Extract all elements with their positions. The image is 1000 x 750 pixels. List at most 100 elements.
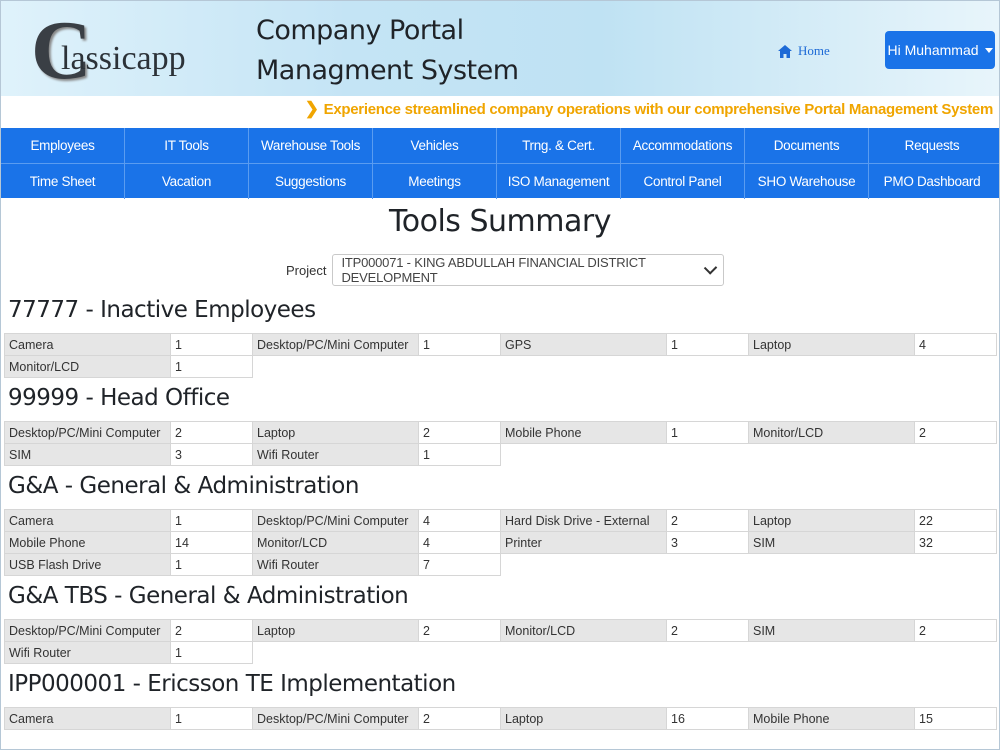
tool-count-cell: 4 xyxy=(418,531,501,554)
user-label: Hi Muhammad xyxy=(887,42,979,58)
user-menu-button[interactable]: Hi Muhammad xyxy=(885,31,995,69)
chevron-right-icon: ❯ xyxy=(304,99,319,118)
tools-summary-content: 77777 - Inactive Employees Camera 1 Desktop… xyxy=(4,291,999,731)
tool-count-cell: 3 xyxy=(666,531,749,554)
tool-count-cell: 2 xyxy=(418,707,501,730)
nav-row-2: Time Sheet Vacation Suggestions Meetings ISO… xyxy=(1,163,999,199)
tool-name-cell: Camera xyxy=(4,509,171,532)
tool-name-cell: Monitor/LCD xyxy=(252,531,419,554)
tool-name-cell: Printer xyxy=(500,531,667,554)
tool-count-cell: 32 xyxy=(914,531,997,554)
project-filter: Project ITP000071 - KING ABDULLAH FINANC… xyxy=(286,254,725,286)
project-select[interactable]: ITP000071 - KING ABDULLAH FINANCIAL DIST… xyxy=(332,254,725,286)
nav-row-1: Employees IT Tools Warehouse Tools Vehicles… xyxy=(1,128,999,163)
empty-cell xyxy=(500,553,666,575)
tools-grid: Camera 1 Desktop/PC/Mini Computer 4 Hard Dis… xyxy=(4,509,999,576)
tool-name-cell: Desktop/PC/Mini Computer xyxy=(4,421,171,444)
tool-name-cell: Desktop/PC/Mini Computer xyxy=(252,333,419,356)
tool-count-cell: 4 xyxy=(418,509,501,532)
tool-count-cell: 1 xyxy=(418,443,501,466)
tool-count-cell: 1 xyxy=(170,553,253,576)
tagline: ❯ Experience streamlined company operati… xyxy=(304,99,994,119)
tool-name-cell: Mobile Phone xyxy=(500,421,667,444)
tool-name-cell: SIM xyxy=(748,531,915,554)
tool-count-cell: 3 xyxy=(170,443,253,466)
tool-count-cell: 1 xyxy=(170,509,253,532)
nav-item-vacation[interactable]: Vacation xyxy=(125,164,249,199)
nav-item-iso-management[interactable]: ISO Management xyxy=(497,164,621,199)
nav-item-it-tools[interactable]: IT Tools xyxy=(125,128,249,163)
nav-item-employees[interactable]: Employees xyxy=(1,128,125,163)
tool-name-cell: Mobile Phone xyxy=(4,531,171,554)
tool-name-cell: Laptop xyxy=(252,421,419,444)
tool-name-cell: Laptop xyxy=(748,333,915,356)
tool-count-cell: 14 xyxy=(170,531,253,554)
portal-title: Company Portal Managment System xyxy=(256,11,519,91)
tool-count-cell: 1 xyxy=(666,333,749,356)
section-title: 99999 - Head Office xyxy=(8,385,230,411)
nav-item-sho-warehouse[interactable]: SHO Warehouse xyxy=(745,164,869,199)
nav-item-warehouse-tools[interactable]: Warehouse Tools xyxy=(249,128,373,163)
tool-name-cell: SIM xyxy=(4,443,171,466)
section-title: 77777 - Inactive Employees xyxy=(8,297,316,323)
tool-name-cell: Camera xyxy=(4,707,171,730)
section-title: G&A - General & Administration xyxy=(8,473,359,499)
tool-name-cell: Hard Disk Drive - External xyxy=(500,509,667,532)
nav-item-suggestions[interactable]: Suggestions xyxy=(249,164,373,199)
home-icon xyxy=(778,44,792,58)
portal-title-line1: Company Portal xyxy=(256,15,464,46)
tools-grid: Camera 1 Desktop/PC/Mini Computer 2 Laptop 16… xyxy=(4,707,999,730)
header: C lassicapp Company Portal Managment Sys… xyxy=(1,1,999,96)
tool-name-cell: Monitor/LCD xyxy=(4,355,171,378)
project-label: Project xyxy=(286,262,327,278)
tool-count-cell: 1 xyxy=(170,707,253,730)
tool-count-cell: 4 xyxy=(914,333,997,356)
nav-item-requests[interactable]: Requests xyxy=(869,128,995,163)
tool-name-cell: Camera xyxy=(4,333,171,356)
tool-name-cell: Desktop/PC/Mini Computer xyxy=(4,619,171,642)
tool-name-cell: Desktop/PC/Mini Computer xyxy=(252,707,419,730)
empty-cell xyxy=(748,355,914,377)
tool-count-cell: 2 xyxy=(170,421,253,444)
tool-count-cell: 1 xyxy=(170,333,253,356)
tool-name-cell: Wifi Router xyxy=(252,443,419,466)
section-title: G&A TBS - General & Administration xyxy=(8,583,409,609)
nav-item-time-sheet[interactable]: Time Sheet xyxy=(1,164,125,199)
nav-item-vehicles[interactable]: Vehicles xyxy=(373,128,497,163)
tools-grid: Desktop/PC/Mini Computer 2 Laptop 2 Monitor/… xyxy=(4,619,999,664)
nav-item-trng-cert[interactable]: Trng. & Cert. xyxy=(497,128,621,163)
tool-count-cell: 22 xyxy=(914,509,997,532)
tool-count-cell: 2 xyxy=(666,619,749,642)
home-link[interactable]: Home xyxy=(778,43,830,59)
tool-name-cell: Laptop xyxy=(500,707,667,730)
nav-item-pmo-dashboard[interactable]: PMO Dashboard xyxy=(869,164,995,199)
tagline-bar: ❯ Experience streamlined company operati… xyxy=(1,96,999,126)
tool-name-cell: Laptop xyxy=(748,509,915,532)
tool-name-cell: Mobile Phone xyxy=(748,707,915,730)
tool-count-cell: 15 xyxy=(914,707,997,730)
tool-count-cell: 1 xyxy=(170,355,253,378)
nav-item-documents[interactable]: Documents xyxy=(745,128,869,163)
empty-cell xyxy=(914,553,996,575)
project-select-value: ITP000071 - KING ABDULLAH FINANCIAL DIST… xyxy=(341,255,646,285)
tools-grid: Camera 1 Desktop/PC/Mini Computer 1 GPS 1 Lapt… xyxy=(4,333,999,378)
tool-name-cell: Monitor/LCD xyxy=(500,619,667,642)
nav-item-control-panel[interactable]: Control Panel xyxy=(621,164,745,199)
tools-grid: Desktop/PC/Mini Computer 2 Laptop 2 Mobile P… xyxy=(4,421,999,466)
tool-name-cell: USB Flash Drive xyxy=(4,553,171,576)
empty-cell xyxy=(748,641,914,663)
empty-cell xyxy=(666,355,748,377)
tool-count-cell: 2 xyxy=(418,619,501,642)
classicapp-logo[interactable]: C lassicapp xyxy=(31,9,201,93)
empty-cell xyxy=(418,355,500,377)
empty-cell xyxy=(666,553,748,575)
nav-item-accommodations[interactable]: Accommodations xyxy=(621,128,745,163)
tool-count-cell: 1 xyxy=(418,333,501,356)
section-title: IPP000001 - Ericsson TE Implementation xyxy=(8,671,456,697)
empty-cell xyxy=(914,443,996,465)
nav-item-meetings[interactable]: Meetings xyxy=(373,164,497,199)
tool-count-cell: 2 xyxy=(914,421,997,444)
tool-count-cell: 1 xyxy=(666,421,749,444)
tool-count-cell: 1 xyxy=(170,641,253,664)
empty-cell xyxy=(418,641,500,663)
